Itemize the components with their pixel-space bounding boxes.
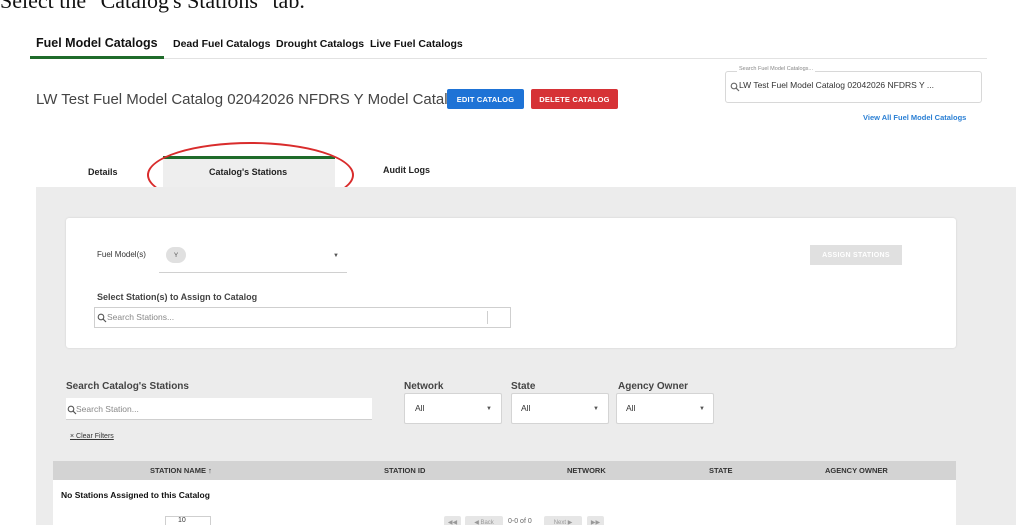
fuel-model-select[interactable] bbox=[159, 235, 347, 273]
first-page-button[interactable]: ◀◀ bbox=[444, 516, 461, 525]
column-station-id[interactable]: STATION ID bbox=[384, 466, 425, 475]
chevron-down-icon: ▼ bbox=[593, 406, 599, 412]
fuel-model-chip[interactable]: Y bbox=[166, 247, 186, 263]
instruction-text: Select the "Catalog's Stations" tab. bbox=[0, 0, 305, 13]
top-tabs-divider bbox=[30, 58, 987, 59]
next-page-button[interactable]: Next ▶ bbox=[544, 516, 582, 525]
chevron-down-icon: ▼ bbox=[486, 406, 492, 412]
search-catalog-stations-label: Search Catalog's Stations bbox=[66, 381, 189, 392]
catalog-title: LW Test Fuel Model Catalog 02042026 NFDR… bbox=[36, 91, 465, 108]
agency-owner-value: All bbox=[626, 403, 636, 413]
state-value: All bbox=[521, 403, 531, 413]
tab-drought-catalogs[interactable]: Drought Catalogs bbox=[276, 38, 364, 50]
column-agency-owner[interactable]: AGENCY OWNER bbox=[825, 466, 888, 475]
clear-filters-link[interactable]: × Clear Filters bbox=[70, 433, 114, 440]
network-value: All bbox=[415, 403, 425, 413]
last-page-button[interactable]: ▶▶ bbox=[587, 516, 604, 525]
catalog-search-legend: Search Fuel Model Catalogs... bbox=[737, 66, 815, 72]
station-search-placeholder: Search Stations... bbox=[107, 312, 175, 322]
previous-page-button[interactable]: ◀ Back bbox=[465, 516, 503, 525]
chevron-down-icon[interactable]: ▼ bbox=[333, 253, 339, 259]
rows-per-page-value: 10 bbox=[178, 517, 186, 524]
search-divider bbox=[487, 311, 488, 324]
chevron-down-icon: ▼ bbox=[699, 406, 705, 412]
tab-live-fuel-catalogs[interactable]: Live Fuel Catalogs bbox=[370, 38, 463, 50]
catalog-search-value: LW Test Fuel Model Catalog 02042026 NFDR… bbox=[739, 80, 934, 90]
catalog-stations-search-placeholder: Search Station... bbox=[76, 404, 139, 414]
empty-table-message: No Stations Assigned to this Catalog bbox=[61, 490, 210, 500]
search-icon bbox=[97, 313, 107, 323]
column-label: STATION NAME bbox=[150, 466, 206, 475]
state-label: State bbox=[511, 381, 536, 392]
pagination-range: 0-0 of 0 bbox=[508, 518, 532, 525]
column-state[interactable]: STATE bbox=[709, 466, 732, 475]
select-stations-label: Select Station(s) to Assign to Catalog bbox=[97, 292, 258, 302]
view-all-catalogs-link[interactable]: View All Fuel Model Catalogs bbox=[863, 113, 966, 122]
tab-details[interactable]: Details bbox=[88, 167, 118, 177]
column-station-name[interactable]: STATION NAME ↑ bbox=[150, 466, 212, 475]
clear-filters-label: Clear Filters bbox=[76, 433, 114, 440]
assign-stations-button[interactable]: ASSIGN STATIONS bbox=[810, 245, 902, 265]
tab-audit-logs[interactable]: Audit Logs bbox=[383, 165, 430, 175]
edit-catalog-button[interactable]: EDIT CATALOG bbox=[447, 89, 524, 109]
agency-owner-label: Agency Owner bbox=[618, 381, 689, 392]
rows-per-page-select[interactable]: 10 bbox=[165, 516, 211, 525]
active-tab-indicator bbox=[30, 56, 164, 59]
network-label: Network bbox=[404, 381, 444, 392]
sort-arrow-icon: ↑ bbox=[208, 466, 212, 475]
delete-catalog-button[interactable]: DELETE CATALOG bbox=[531, 89, 618, 109]
tab-dead-fuel-catalogs[interactable]: Dead Fuel Catalogs bbox=[173, 38, 270, 50]
tab-fuel-model-catalogs[interactable]: Fuel Model Catalogs bbox=[36, 36, 158, 50]
column-network[interactable]: NETWORK bbox=[567, 466, 606, 475]
fuel-models-label: Fuel Model(s) bbox=[97, 250, 146, 259]
